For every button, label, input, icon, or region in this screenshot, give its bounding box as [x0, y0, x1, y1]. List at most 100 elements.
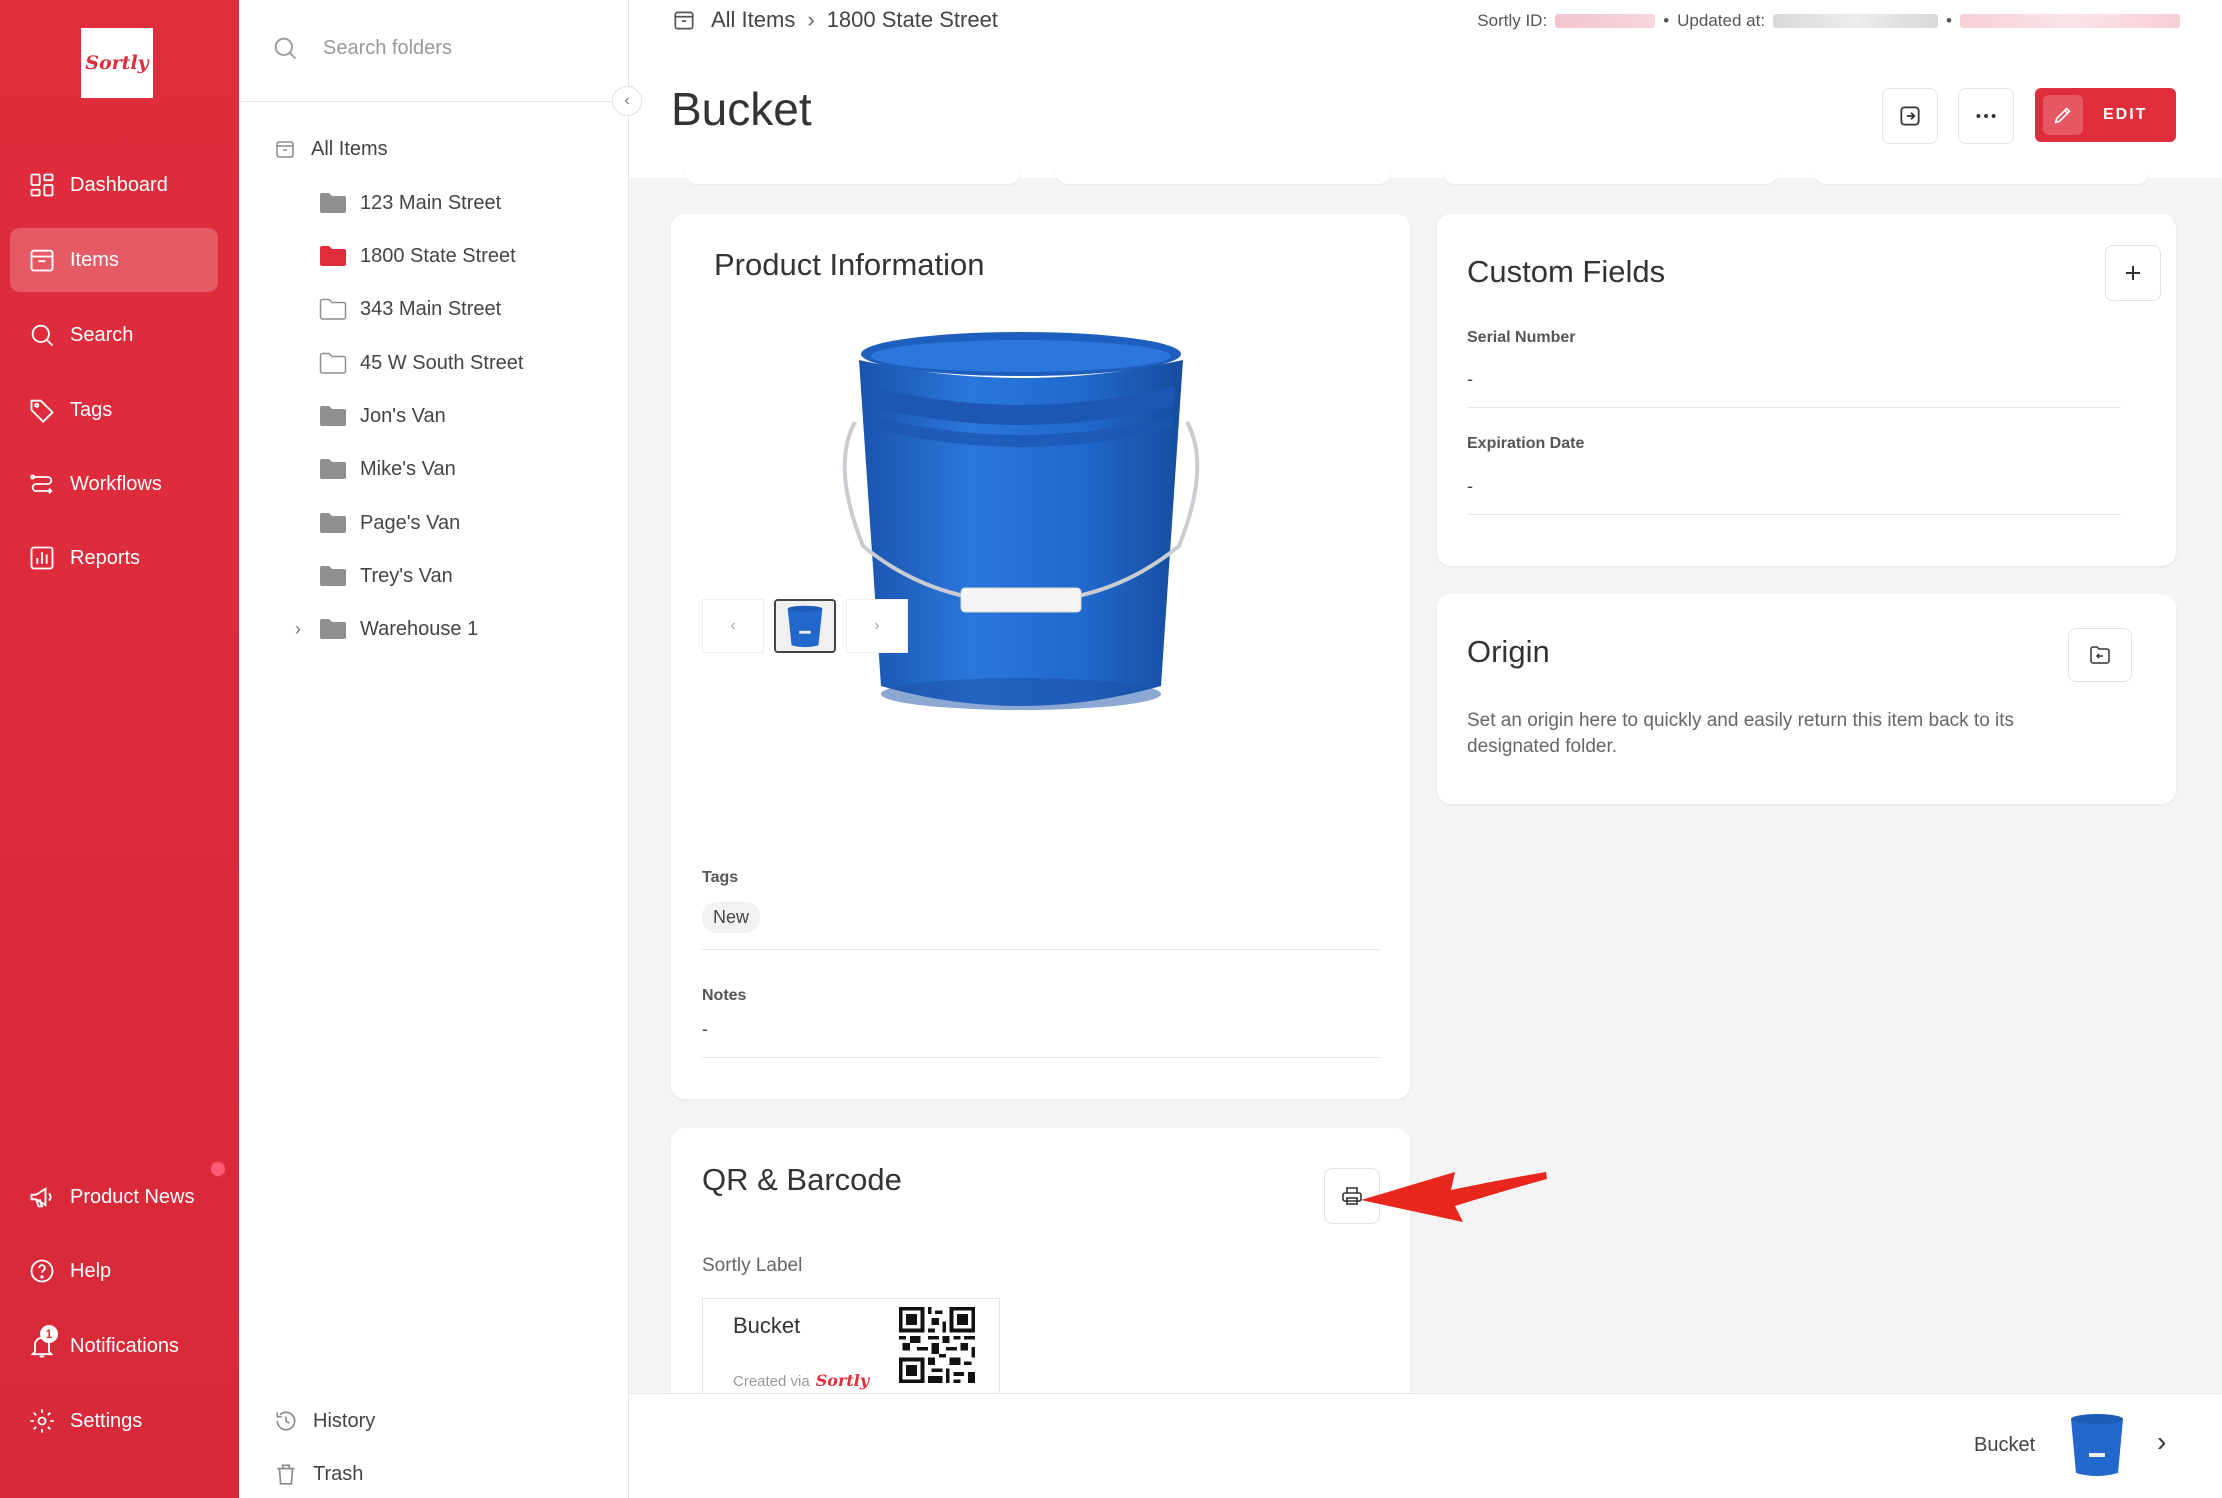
nav-item-help[interactable]: Help [10, 1239, 218, 1303]
breadcrumb-current[interactable]: 1800 State Street [827, 7, 998, 33]
card-title: Custom Fields [1467, 254, 1666, 289]
serial-number-value: - [1467, 369, 1473, 389]
folder-row-all-items[interactable]: All Items [239, 127, 627, 171]
nav-item-notifications[interactable]: Notifications [10, 1314, 218, 1378]
divider [702, 949, 1380, 950]
breadcrumb-separator-icon: › [807, 7, 815, 32]
main-content: All Items › 1800 State Street Sortly ID:… [629, 0, 2222, 1498]
nav-item-dashboard[interactable]: Dashboard [10, 153, 218, 217]
sortly-label-heading: Sortly Label [702, 1255, 803, 1276]
folder-row-selected[interactable]: 1800 State Street [239, 234, 627, 278]
collapse-panel-button[interactable]: ‹ [612, 86, 642, 116]
meta-separator: • [1663, 11, 1670, 30]
folder-search-bar [239, 0, 629, 102]
bottom-item-bar: Bucket › [629, 1393, 2222, 1498]
search-icon [31, 324, 54, 347]
nav-label-items: Items [70, 248, 119, 271]
nav-label-help: Help [70, 1259, 112, 1282]
add-custom-field-button[interactable] [2105, 245, 2161, 301]
folder-row[interactable]: 45 W South Street [239, 341, 627, 385]
trash-label: Trash [313, 1462, 364, 1485]
folder-label: Mike's Van [360, 457, 456, 480]
label-preview[interactable]: Bucket Created via Sortly [702, 1298, 1000, 1398]
folder-icon [320, 619, 346, 639]
set-origin-button[interactable] [2068, 628, 2132, 682]
item-header: All Items › 1800 State Street Sortly ID:… [629, 0, 2222, 178]
nav-item-items[interactable]: Items [10, 228, 218, 292]
folder-row[interactable]: Jon's Van [239, 394, 627, 438]
divider [1467, 514, 2121, 515]
redacted-value [1773, 14, 1939, 28]
folder-icon [320, 459, 346, 479]
product-image[interactable] [811, 326, 1231, 746]
card-title: Product Information [714, 247, 985, 282]
folder-row[interactable]: Page's Van [239, 501, 627, 545]
tag-chip[interactable]: New [702, 902, 761, 933]
folder-outline-icon [319, 352, 347, 374]
folder-label: Page's Van [360, 511, 461, 534]
nav-label-settings: Settings [70, 1409, 143, 1432]
annotation-arrow-icon [1361, 1172, 1547, 1222]
folder-row[interactable]: Mike's Van [239, 447, 627, 491]
workflows-icon [30, 474, 53, 494]
origin-card: Origin Set an origin here to quickly and… [1437, 594, 2176, 804]
nav-item-settings[interactable]: Settings [10, 1389, 218, 1453]
ellipsis-icon [1976, 114, 1996, 118]
notes-label: Notes [702, 987, 747, 1004]
breadcrumb: All Items › 1800 State Street [671, 4, 998, 36]
image-next-button[interactable]: › [846, 599, 908, 653]
folder-label: 123 Main Street [360, 191, 502, 214]
bottom-item-thumbnail[interactable] [2059, 1407, 2135, 1483]
folder-label: 1800 State Street [360, 244, 516, 267]
history-icon [276, 1411, 296, 1431]
folder-icon [320, 406, 346, 426]
image-prev-button[interactable]: ‹ [702, 599, 764, 653]
card-title: Origin [1467, 634, 1550, 669]
megaphone-icon [30, 1187, 52, 1208]
nav-label-notifications: Notifications [70, 1334, 179, 1357]
nav-item-tags[interactable]: Tags [10, 378, 218, 442]
nav-label-tags: Tags [70, 398, 113, 421]
bucket-thumbnail-icon [776, 601, 834, 651]
chevron-right-icon[interactable]: › [295, 619, 301, 640]
search-icon [274, 37, 297, 60]
folder-search-input[interactable] [323, 30, 603, 66]
sortly-logo[interactable]: Sortly [81, 28, 153, 98]
edit-label: EDIT [2103, 106, 2148, 123]
nav-item-search[interactable]: Search [10, 303, 218, 367]
nav-item-reports[interactable]: Reports [10, 526, 218, 590]
move-button[interactable] [1882, 88, 1938, 144]
folder-row[interactable]: › Warehouse 1 [239, 607, 627, 651]
trash-icon [277, 1464, 295, 1485]
label-created-text: Created via [733, 1373, 810, 1390]
folder-label: Jon's Van [360, 404, 446, 427]
folder-row[interactable]: 343 Main Street [239, 287, 627, 331]
folder-return-icon [2090, 646, 2110, 664]
sortly-id-label: Sortly ID: [1477, 11, 1548, 30]
nav-item-product-news[interactable]: Product News [10, 1165, 218, 1229]
notification-count-badge: 1 [40, 1325, 58, 1343]
page-title: Bucket [671, 83, 812, 135]
breadcrumb-root[interactable]: All Items [711, 7, 795, 33]
dashboard-icon [30, 173, 54, 197]
origin-description: Set an origin here to quickly and easily… [1467, 710, 2015, 757]
history-label: History [313, 1409, 376, 1432]
nav-item-workflows[interactable]: Workflows [10, 452, 218, 516]
image-thumbnail[interactable] [774, 599, 836, 653]
edit-button[interactable]: EDIT [2035, 88, 2176, 142]
help-icon [30, 1259, 54, 1283]
folder-row[interactable]: Trey's Van [239, 554, 627, 598]
more-options-button[interactable] [1958, 88, 2014, 144]
folder-icon [320, 513, 346, 533]
product-information-card: Product Information ‹ › Tags New Notes - [671, 214, 1410, 1099]
trash-link[interactable]: Trash [239, 1452, 627, 1496]
items-icon [276, 141, 294, 158]
folder-label: Trey's Van [360, 564, 453, 587]
nav-label-workflows: Workflows [70, 472, 162, 495]
nav-label-search: Search [70, 323, 134, 346]
folder-icon [320, 566, 346, 586]
folder-row[interactable]: 123 Main Street [239, 181, 627, 225]
chevron-right-icon[interactable]: › [2157, 1426, 2166, 1458]
folder-label: 343 Main Street [360, 297, 502, 320]
history-link[interactable]: History [239, 1399, 627, 1443]
